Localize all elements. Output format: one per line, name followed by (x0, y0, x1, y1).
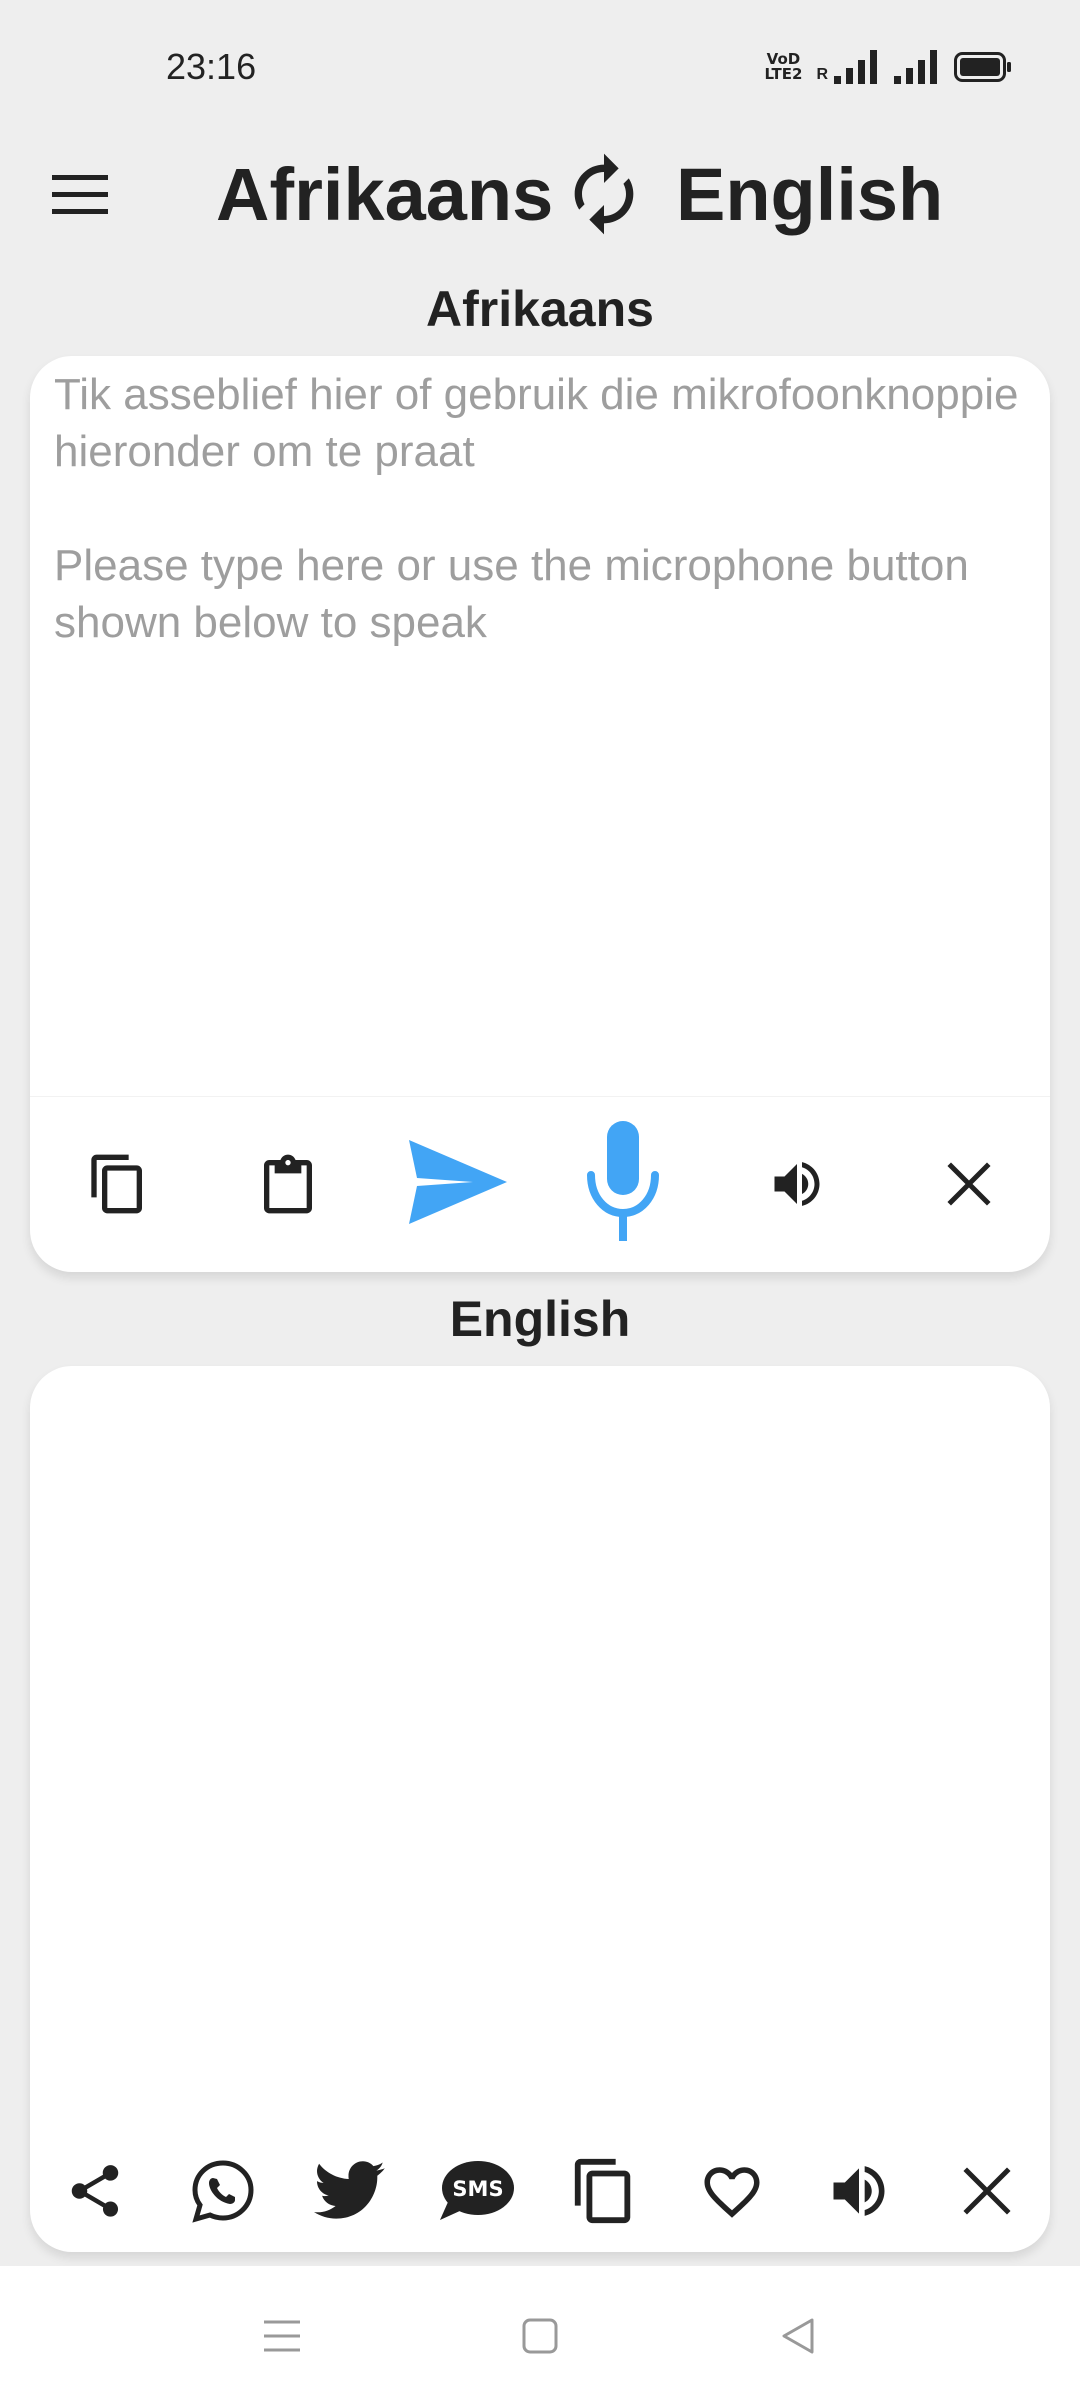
sms-icon: SMS (440, 2161, 514, 2220)
speak-output-button[interactable] (822, 2154, 896, 2228)
favorite-button[interactable] (696, 2156, 768, 2228)
back-button[interactable] (768, 2306, 828, 2366)
clear-input-button[interactable] (934, 1149, 1004, 1219)
menu-button[interactable] (50, 170, 120, 230)
home-button[interactable] (510, 2306, 570, 2366)
paste-icon (264, 1154, 312, 1214)
recent-apps-button[interactable] (252, 2306, 312, 2366)
copy-output-button[interactable] (566, 2152, 642, 2230)
volte-icon: VoD LTE2 (764, 50, 803, 83)
status-bar: 23:16 VoD LTE2 R (0, 0, 1080, 130)
heart-icon (704, 2167, 760, 2218)
close-icon (947, 1162, 991, 1206)
output-language-label: English (449, 1291, 631, 1347)
swap-languages-button[interactable] (560, 150, 648, 238)
status-icons: VoD LTE2 R (764, 50, 1012, 84)
sms-share-button[interactable]: SMS (434, 2154, 518, 2228)
swap-icon (574, 153, 634, 235)
signal-icon-1 (834, 50, 877, 84)
output-toolbar: SMS (30, 2136, 1050, 2252)
source-language-selector[interactable]: Afrikaans (216, 152, 553, 237)
speak-input-button[interactable] (762, 1149, 832, 1219)
system-nav-bar (0, 2266, 1080, 2400)
roaming-indicator: R (816, 66, 828, 83)
text-input[interactable]: Tik asseblief hier of gebruik die mikrof… (54, 366, 1024, 651)
share-icon (71, 2165, 119, 2217)
battery-icon (954, 52, 1011, 82)
status-time: 23:16 (166, 46, 257, 87)
svg-text:SMS: SMS (452, 2177, 503, 2201)
speaker-icon (833, 2166, 885, 2216)
copy-input-button[interactable] (78, 1139, 158, 1229)
twitter-share-button[interactable] (310, 2154, 390, 2228)
share-button[interactable] (60, 2156, 130, 2226)
whatsapp-icon (192, 2160, 254, 2223)
input-toolbar (30, 1096, 1050, 1272)
copy-icon (574, 2158, 631, 2224)
app-header: Afrikaans English (0, 130, 1080, 260)
copy-icon (91, 1154, 142, 1214)
whatsapp-share-button[interactable] (186, 2154, 260, 2228)
recent-apps-icon (264, 2320, 300, 2352)
hamburger-menu-icon (52, 175, 108, 214)
back-icon (782, 2318, 814, 2354)
twitter-icon (314, 2161, 385, 2219)
output-card: SMS (30, 1366, 1050, 2252)
input-card: Tik asseblief hier of gebruik die mikrof… (30, 356, 1050, 1272)
home-icon (522, 2318, 558, 2354)
translate-send-button[interactable] (398, 1127, 518, 1237)
input-language-label: Afrikaans (426, 281, 654, 337)
paste-button[interactable] (248, 1139, 328, 1229)
speaker-icon (774, 1162, 820, 1206)
send-icon (409, 1140, 507, 1224)
clear-output-button[interactable] (952, 2156, 1022, 2226)
signal-icon-2 (894, 50, 937, 84)
target-language-selector[interactable]: English (676, 152, 943, 237)
microphone-button[interactable] (578, 1117, 668, 1247)
microphone-icon (587, 1121, 659, 1241)
close-icon (963, 2167, 1011, 2215)
